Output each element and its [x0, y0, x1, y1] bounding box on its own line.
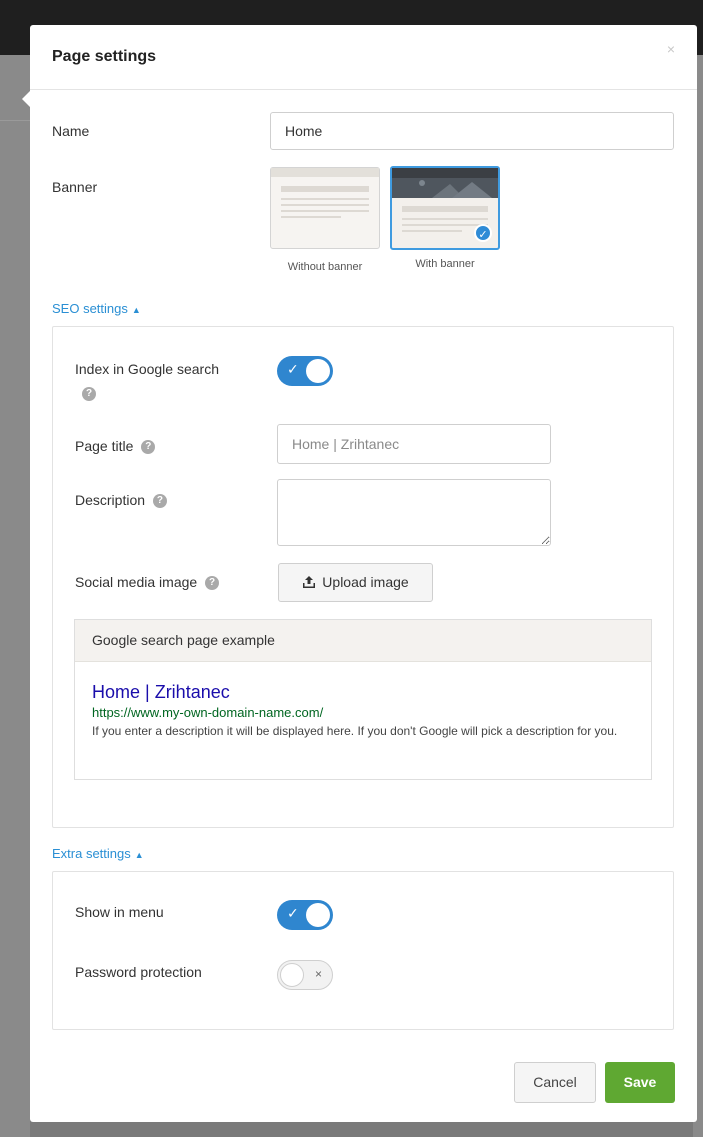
- save-button[interactable]: Save: [605, 1062, 675, 1103]
- banner-thumb-line: [281, 186, 369, 192]
- page-title-label-text: Page title: [75, 438, 134, 454]
- banner-thumb-line: [281, 210, 369, 212]
- help-icon[interactable]: ?: [82, 387, 96, 401]
- description-textarea[interactable]: [277, 479, 551, 546]
- index-google-toggle[interactable]: ✓: [277, 356, 333, 386]
- extra-settings-label: Extra settings: [52, 846, 131, 861]
- seo-settings-label: SEO settings: [52, 301, 128, 316]
- dialog-title: Page settings: [52, 48, 157, 65]
- social-image-label: Social media image ?: [75, 574, 220, 591]
- toggle-knob: [280, 963, 304, 987]
- check-icon: ✓: [287, 361, 299, 377]
- name-input[interactable]: [270, 112, 674, 150]
- description-label-text: Description: [75, 492, 146, 508]
- seo-settings-toggle[interactable]: SEO settings ▲: [52, 301, 141, 316]
- banner-thumb-nav: [392, 168, 498, 178]
- show-in-menu-label: Show in menu: [75, 904, 164, 920]
- selected-check-icon: ✓: [474, 224, 492, 242]
- banner-thumb-line: [402, 206, 488, 212]
- background-divider: [0, 120, 30, 121]
- google-example-description: If you enter a description it will be di…: [92, 724, 618, 738]
- toggle-knob: [306, 359, 330, 383]
- mountain-icon: [419, 180, 492, 198]
- cancel-button[interactable]: Cancel: [514, 1062, 596, 1103]
- help-icon[interactable]: ?: [152, 494, 167, 509]
- name-label: Name: [52, 123, 90, 139]
- banner-thumb-line: [402, 224, 488, 226]
- description-label: Description ?: [75, 492, 167, 509]
- banner-option-with[interactable]: ✓: [390, 166, 500, 250]
- show-in-menu-toggle[interactable]: ✓: [277, 900, 333, 930]
- banner-thumb-header: [271, 168, 379, 177]
- google-search-example: Google search page example Home | Zrihta…: [74, 619, 652, 780]
- check-icon: ✓: [287, 905, 299, 921]
- banner-label: Banner: [52, 179, 98, 195]
- extra-settings-toggle[interactable]: Extra settings ▲: [52, 846, 144, 861]
- google-example-header: Google search page example: [75, 620, 651, 662]
- google-example-title: Home | Zrihtanec: [92, 682, 230, 702]
- page-settings-dialog: Page settings × Name Banner Without bann…: [30, 25, 697, 1122]
- help-icon[interactable]: ?: [141, 440, 156, 455]
- triangle-up-icon: ▲: [134, 850, 144, 860]
- banner-option-without[interactable]: [270, 167, 380, 249]
- index-google-label: Index in Google search: [75, 361, 219, 377]
- banner-thumb-line: [402, 230, 462, 232]
- password-protection-label: Password protection: [75, 964, 202, 980]
- help-icon[interactable]: ?: [205, 576, 220, 591]
- extra-settings-panel: Show in menu ✓ Password protection ×: [52, 871, 674, 1030]
- social-image-label-text: Social media image: [75, 574, 198, 590]
- banner-caption-without: Without banner: [287, 261, 363, 273]
- close-icon[interactable]: ×: [667, 41, 675, 57]
- banner-thumb-image: [392, 178, 498, 198]
- banner-thumb-line: [281, 198, 369, 200]
- toggle-knob: [306, 903, 330, 927]
- banner-thumb-line: [281, 204, 369, 206]
- banner-thumb-line: [281, 216, 341, 218]
- close-icon: ×: [314, 967, 322, 981]
- page-title-input[interactable]: [277, 424, 551, 464]
- upload-image-label: Upload image: [322, 574, 409, 590]
- page-title-label: Page title ?: [75, 438, 156, 455]
- upload-image-button[interactable]: Upload image: [278, 563, 433, 602]
- banner-caption-with: With banner: [415, 258, 475, 270]
- triangle-up-icon: ▲: [131, 305, 141, 315]
- google-example-url: https://www.my-own-domain-name.com/: [92, 705, 324, 720]
- dialog-header: Page settings ×: [30, 25, 697, 90]
- password-protection-toggle[interactable]: ×: [277, 960, 333, 990]
- banner-thumb-line: [402, 218, 488, 220]
- upload-icon: [303, 576, 316, 588]
- background-panel: [0, 55, 30, 1137]
